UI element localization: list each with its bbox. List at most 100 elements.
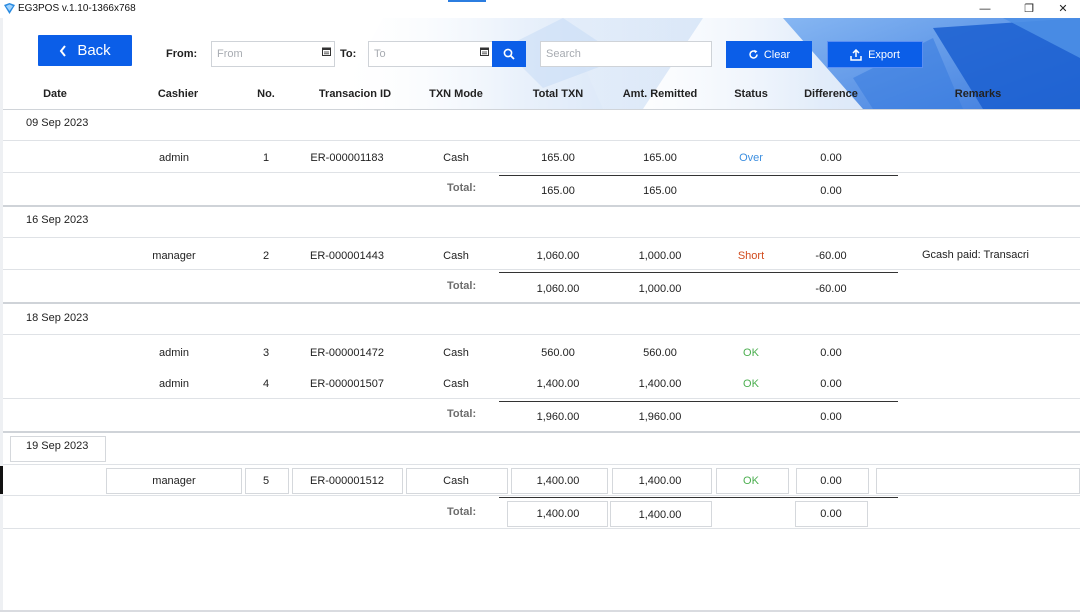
- total-rule: [499, 497, 898, 498]
- total-total-txn: 1,060.00: [536, 283, 580, 295]
- clear-button[interactable]: Clear: [726, 41, 812, 68]
- cell-no: 2: [262, 250, 270, 262]
- cell-total-txn: 1,400.00: [536, 475, 580, 487]
- export-button-label: Export: [868, 48, 900, 61]
- cell-difference: 0.00: [820, 475, 842, 487]
- restore-button[interactable]: ❐: [1012, 0, 1046, 18]
- chevron-left-icon: [60, 44, 67, 57]
- cell-amt-remitted: 1,000.00: [638, 250, 682, 262]
- total-difference: -60.00: [815, 283, 847, 295]
- total-amt-remitted: 1,960.00: [638, 411, 682, 423]
- app-logo-icon: [4, 3, 15, 14]
- cell-transaction-id: ER-000001507: [309, 378, 384, 390]
- title-bar: EG3POS v.1.10-1366x768 — ❐ ✕: [0, 0, 1080, 18]
- to-date-field[interactable]: [368, 41, 493, 67]
- row-divider: [3, 334, 1080, 335]
- cell-total-txn: 1,060.00: [536, 250, 580, 262]
- total-difference: 0.00: [820, 508, 842, 520]
- total-amt-remitted: 1,400.00: [638, 509, 682, 521]
- total-total-txn: 1,960.00: [536, 411, 580, 423]
- cell-txn-mode: Cash: [443, 250, 469, 262]
- total-label: Total:: [447, 506, 477, 518]
- cell-status: OK: [743, 347, 759, 359]
- group-date: 16 Sep 2023: [26, 214, 89, 226]
- from-label: From:: [166, 48, 198, 60]
- column-header-date: Date: [43, 88, 67, 100]
- cell-total-txn: 165.00: [541, 152, 575, 164]
- search-button[interactable]: [492, 41, 526, 67]
- column-header-amt-remitted: Amt. Remitted: [622, 88, 698, 100]
- cell-status: OK: [743, 475, 759, 487]
- total-label: Total:: [447, 408, 477, 420]
- total-label: Total:: [447, 280, 477, 292]
- cell-no: 4: [262, 378, 270, 390]
- cell-txn-mode: Cash: [443, 475, 469, 487]
- cell-txn-mode: Cash: [443, 152, 469, 164]
- total-difference: 0.00: [820, 185, 842, 197]
- title-accent: [448, 0, 486, 2]
- total-total-txn: 165.00: [541, 185, 575, 197]
- cell-cashier: admin: [159, 152, 189, 164]
- column-header-no: No.: [257, 88, 275, 100]
- column-header-transaction-id: Transacion ID: [318, 88, 392, 100]
- cell-total-txn: 560.00: [541, 347, 575, 359]
- row-divider: [3, 464, 1080, 465]
- header-divider: [3, 109, 1080, 110]
- minimize-button[interactable]: —: [968, 0, 1002, 18]
- group-divider: [3, 431, 1080, 433]
- calendar-icon[interactable]: [322, 47, 331, 56]
- cell-difference: 0.00: [820, 152, 842, 164]
- cell-box-remarks[interactable]: [876, 468, 1080, 494]
- cell-cashier: manager: [152, 475, 196, 487]
- search-icon: [503, 48, 515, 60]
- close-button[interactable]: ✕: [1046, 0, 1080, 18]
- cell-difference: -60.00: [815, 250, 847, 262]
- search-field[interactable]: [540, 41, 712, 67]
- search-input[interactable]: [546, 48, 706, 60]
- group-divider: [3, 302, 1080, 304]
- column-header-remarks: Remarks: [954, 88, 1002, 100]
- total-amt-remitted: 1,000.00: [638, 283, 682, 295]
- group-divider: [3, 205, 1080, 207]
- upload-icon: [850, 48, 862, 61]
- cell-transaction-id: ER-000001443: [309, 250, 384, 262]
- column-header-cashier: Cashier: [157, 88, 199, 100]
- cell-no: 3: [262, 347, 270, 359]
- total-difference: 0.00: [820, 411, 842, 423]
- refresh-icon: [749, 49, 758, 59]
- cell-amt-remitted: 1,400.00: [638, 378, 682, 390]
- column-header-difference: Difference: [804, 88, 858, 100]
- total-rule: [499, 175, 898, 176]
- row-divider: [3, 269, 1080, 270]
- cell-txn-mode: Cash: [443, 347, 469, 359]
- column-header-txn-mode: TXN Mode: [429, 88, 483, 100]
- cell-difference: 0.00: [820, 347, 842, 359]
- cell-remarks: Gcash paid: Transacri: [922, 249, 1029, 261]
- back-button[interactable]: Back: [38, 35, 132, 66]
- column-header-total-txn: Total TXN: [532, 88, 584, 100]
- row-divider: [3, 140, 1080, 141]
- export-button[interactable]: Export: [827, 41, 923, 68]
- total-rule: [499, 401, 898, 402]
- cell-status: Over: [739, 152, 763, 164]
- to-date-input[interactable]: [374, 48, 464, 60]
- cell-amt-remitted: 165.00: [643, 152, 677, 164]
- group-date: 18 Sep 2023: [26, 312, 89, 324]
- from-date-field[interactable]: [211, 41, 335, 67]
- total-total-txn: 1,400.00: [536, 508, 580, 520]
- cell-transaction-id: ER-000001472: [309, 347, 384, 359]
- row-divider: [3, 495, 1080, 496]
- from-date-input[interactable]: [217, 48, 307, 60]
- cell-txn-mode: Cash: [443, 378, 469, 390]
- total-amt-remitted: 165.00: [643, 185, 677, 197]
- cell-amt-remitted: 1,400.00: [638, 475, 682, 487]
- row-selection-indicator: [0, 466, 3, 494]
- row-divider: [3, 172, 1080, 173]
- total-label: Total:: [447, 182, 477, 194]
- cell-total-txn: 1,400.00: [536, 378, 580, 390]
- calendar-icon[interactable]: [480, 47, 489, 56]
- cell-amt-remitted: 560.00: [643, 347, 677, 359]
- cell-status: Short: [737, 250, 765, 262]
- clear-button-label: Clear: [763, 48, 791, 61]
- to-label: To:: [340, 48, 357, 60]
